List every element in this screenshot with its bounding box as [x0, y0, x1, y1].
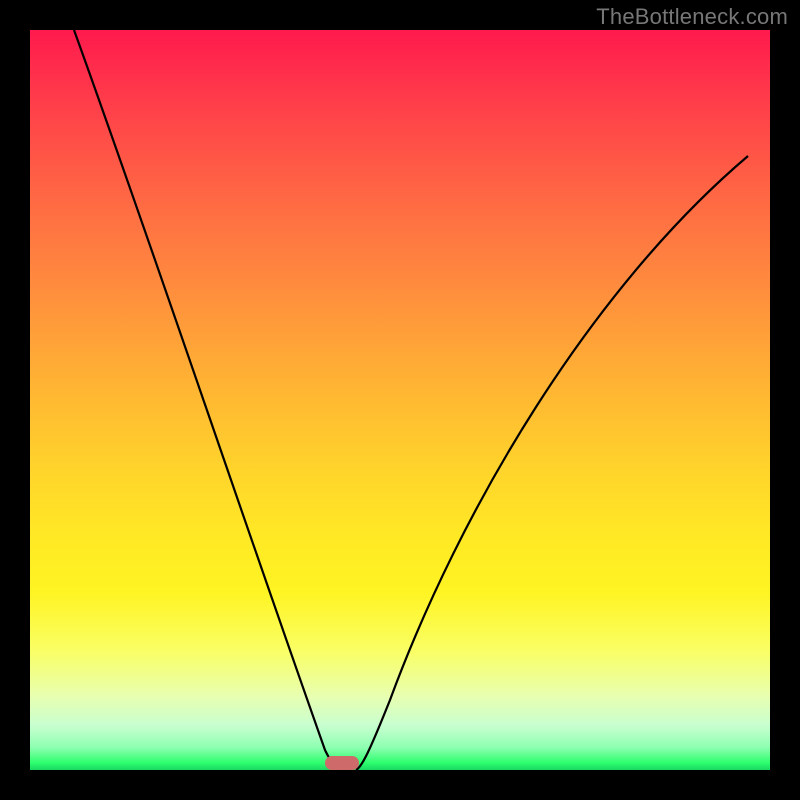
watermark-text: TheBottleneck.com — [596, 4, 788, 30]
curve-right-branch — [356, 156, 748, 770]
curve-layer — [30, 30, 770, 770]
plot-area — [30, 30, 770, 770]
optimum-marker — [325, 756, 359, 770]
chart-frame: TheBottleneck.com — [0, 0, 800, 800]
curve-left-branch — [74, 30, 342, 770]
